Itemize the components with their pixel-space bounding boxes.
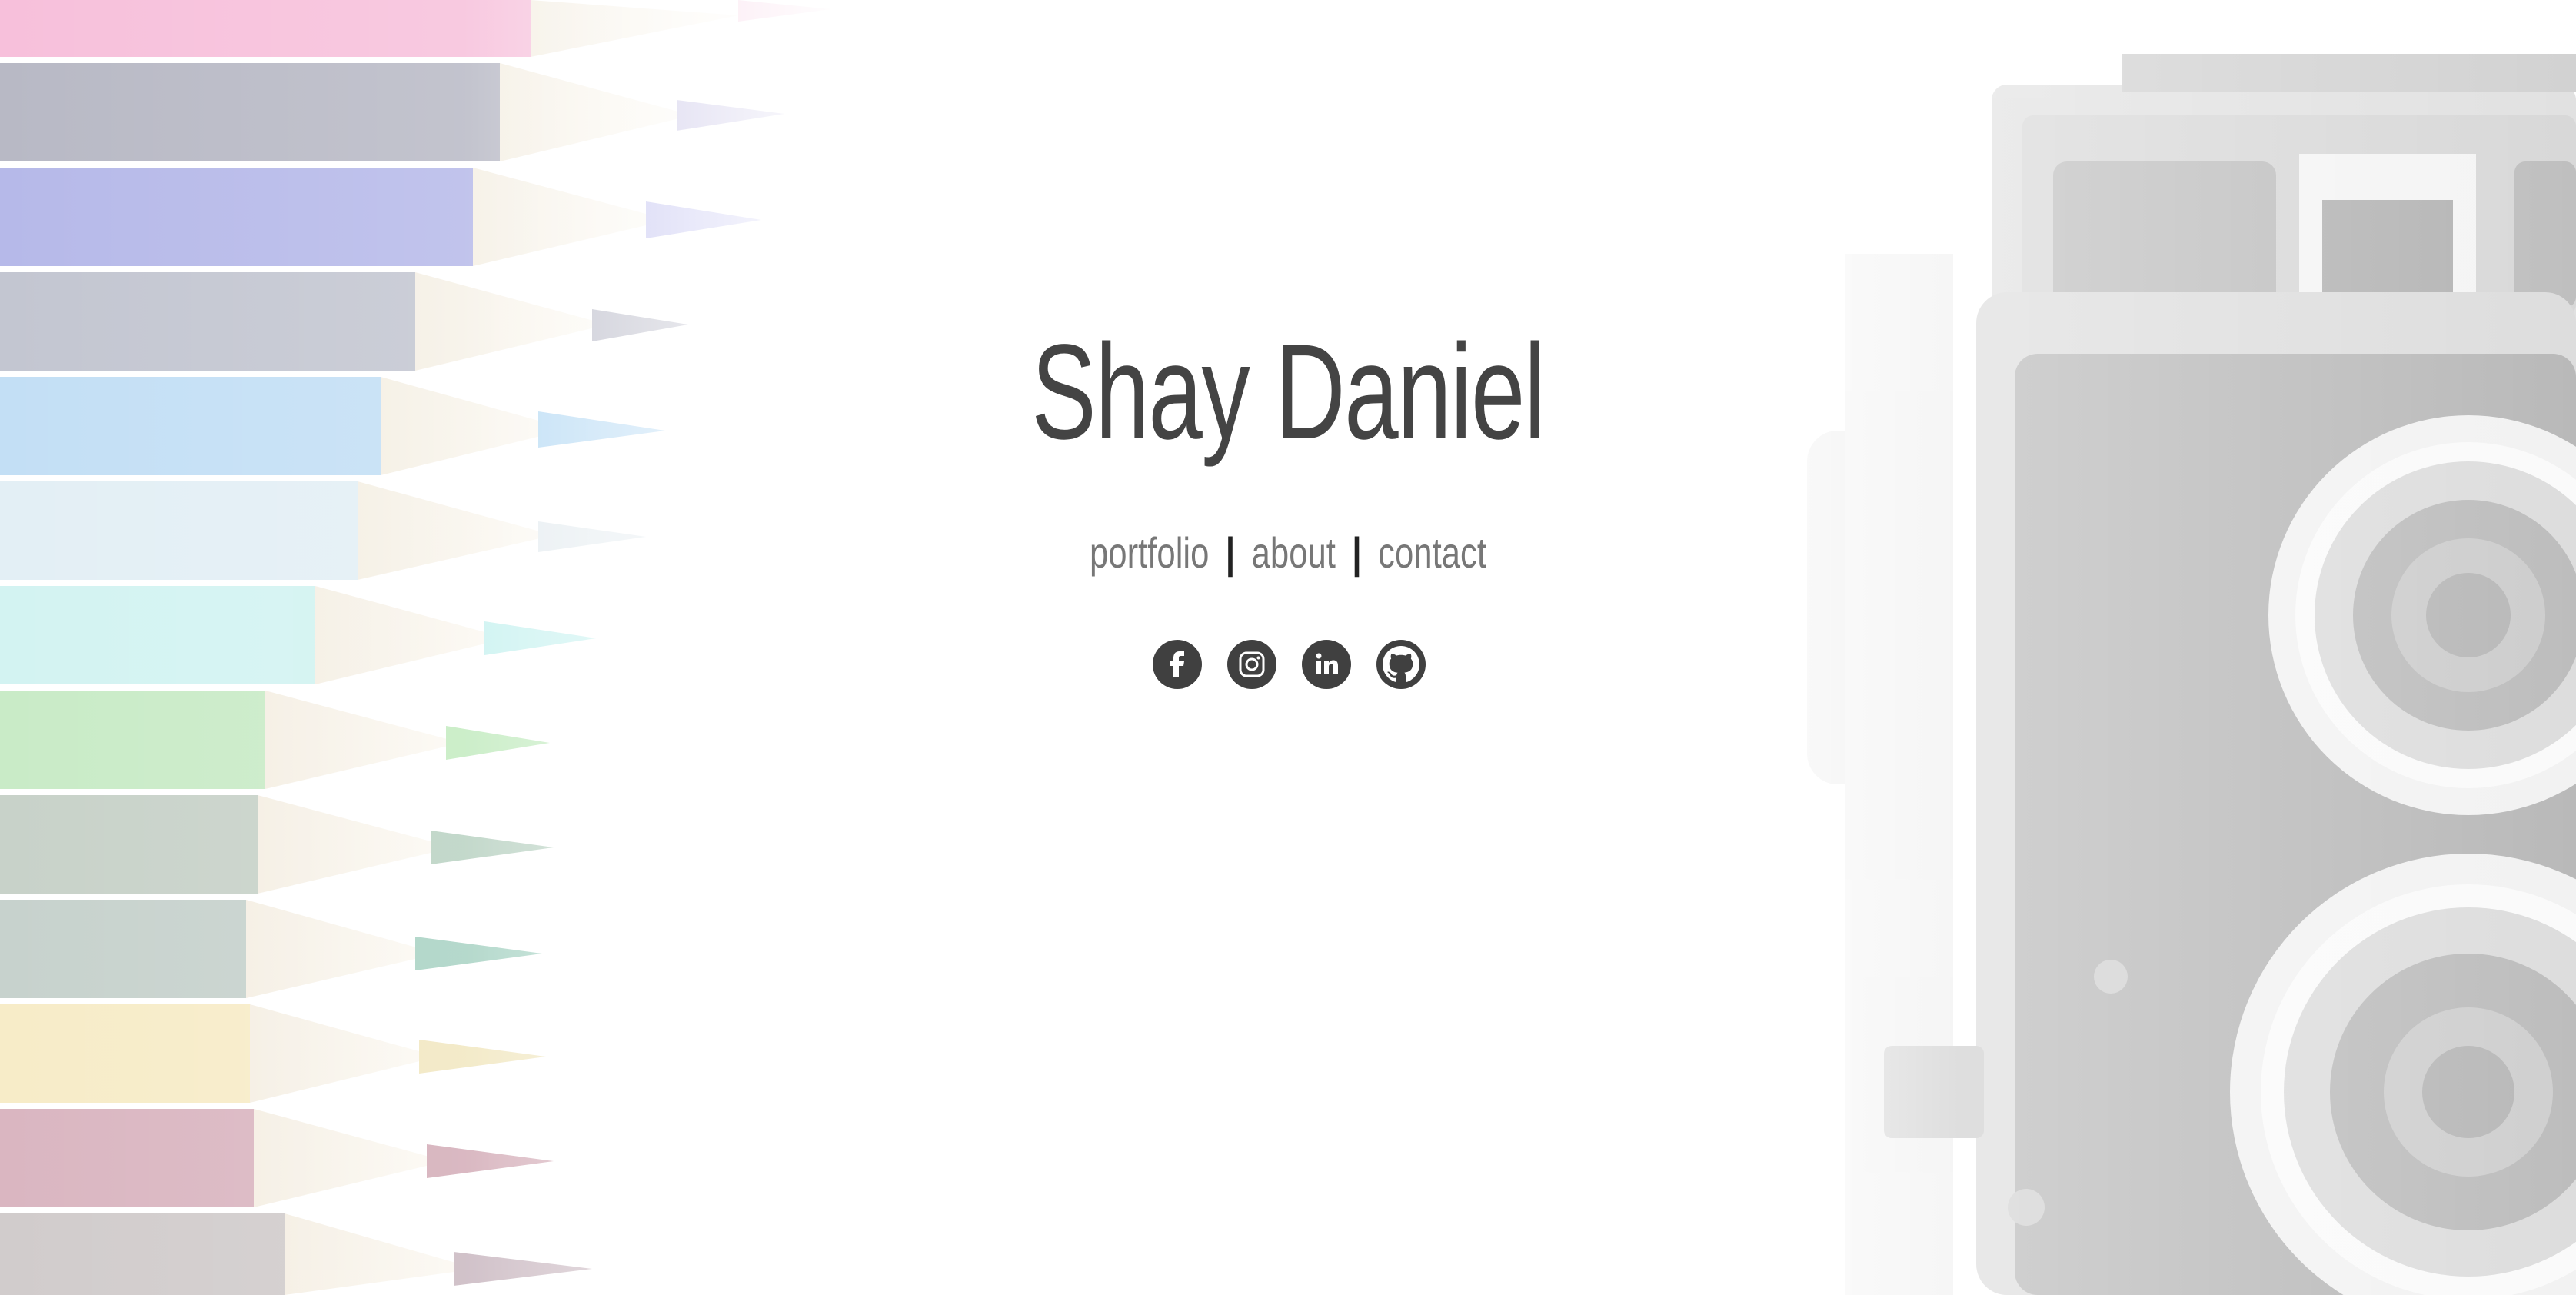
nav-separator: | [1352,528,1362,577]
nav-link-portfolio[interactable]: portfolio [1090,528,1209,577]
github-icon [1383,646,1419,682]
nav-separator: | [1225,528,1236,577]
instagram-icon [1239,651,1265,677]
instagram-link[interactable] [1227,640,1276,689]
colored-pencils-background [0,0,846,1295]
vintage-camera-background [1692,0,2576,1295]
main-nav: portfolio | about | contact [284,526,2293,580]
github-link[interactable] [1376,640,1426,689]
linkedin-link[interactable] [1302,640,1351,689]
social-links [1153,640,1426,689]
page-title: Shay Daniel [1031,317,1546,468]
linkedin-icon [1316,653,1338,674]
nav-link-about[interactable]: about [1252,528,1336,577]
facebook-icon [1170,651,1184,677]
nav-link-contact[interactable]: contact [1378,528,1486,577]
facebook-link[interactable] [1153,640,1202,689]
